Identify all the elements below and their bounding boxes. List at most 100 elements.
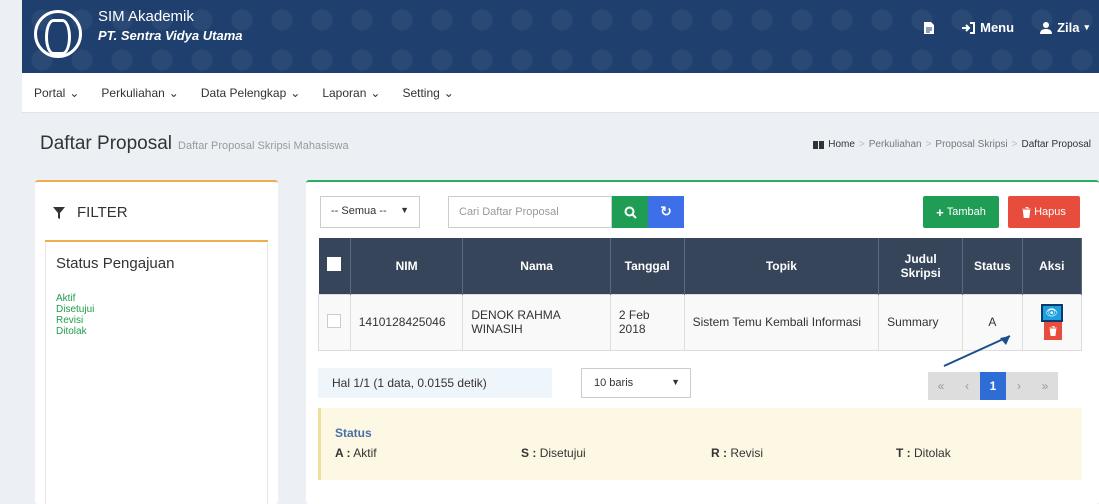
menu-portal[interactable]: Portal ⌄ <box>34 86 79 100</box>
chevron-down-icon: ⌄ <box>443 85 454 100</box>
breadcrumb-separator: > <box>1011 139 1018 150</box>
row-select-cell <box>318 293 351 351</box>
filter-option-disetujui[interactable]: Disetujui <box>56 304 94 315</box>
filter-option-revisi[interactable]: Revisi <box>56 315 94 326</box>
next-page-button[interactable]: › <box>1006 372 1032 400</box>
proposal-table: NIM Nama Tanggal Topik Judul Skripsi Sta… <box>318 238 1083 351</box>
document-icon[interactable] <box>923 21 935 35</box>
row-checkbox[interactable] <box>327 313 342 328</box>
chevron-down-icon: ⌄ <box>69 85 80 100</box>
legend-disetujui: S : Disetujui <box>521 446 586 460</box>
legend-label: Aktif <box>353 446 377 460</box>
page-1-button[interactable]: 1 <box>980 372 1006 400</box>
status-select-value: -- Semua -- <box>331 205 387 217</box>
legend-label: Disetujui <box>539 446 586 460</box>
top-header: SIM Akademik PT. Sentra Vidya Utama Menu… <box>22 0 1099 73</box>
table-header-row: NIM Nama Tanggal Topik Judul Skripsi Sta… <box>318 238 1083 294</box>
header-actions: Menu Zila ▾ <box>923 20 1089 35</box>
menu-perkuliahan-label: Perkuliahan <box>101 85 165 100</box>
menu-perkuliahan[interactable]: Perkuliahan ⌄ <box>101 86 178 100</box>
add-button[interactable]: + Tambah <box>923 196 999 228</box>
cell-nim: 1410128425046 <box>349 293 464 351</box>
rows-per-page-select[interactable]: 10 baris ▼ <box>581 368 691 398</box>
last-page-button[interactable]: » <box>1032 372 1058 400</box>
header-topik[interactable]: Topik <box>684 238 880 294</box>
row-delete-button[interactable] <box>1044 322 1063 340</box>
header-nim[interactable]: NIM <box>350 238 464 294</box>
menu-setting[interactable]: Setting ⌄ <box>402 86 453 100</box>
refresh-button[interactable]: ↻ <box>648 196 684 228</box>
rows-per-page-value: 10 baris <box>594 377 634 389</box>
page-header: Daftar Proposal Daftar Proposal Skripsi M… <box>22 113 1099 169</box>
page-subtitle: Daftar Proposal Skripsi Mahasiswa <box>178 140 349 152</box>
page-info: Hal 1/1 (1 data, 0.0155 detik) <box>318 368 552 398</box>
menu-laporan[interactable]: Laporan ⌄ <box>322 86 380 100</box>
refresh-icon: ↻ <box>660 204 672 220</box>
status-filter-title: Status Pengajuan <box>56 255 175 272</box>
legend-revisi: R : Revisi <box>711 446 763 460</box>
user-menu[interactable]: Zila ▾ <box>1040 20 1089 35</box>
header-status[interactable]: Status <box>962 238 1023 294</box>
breadcrumb-home[interactable]: Home <box>828 139 855 150</box>
cell-status: A <box>962 293 1023 351</box>
filter-icon <box>53 206 65 219</box>
cell-judul: Summary <box>878 293 964 351</box>
filter-heading: FILTER <box>53 204 128 221</box>
page-title: Daftar Proposal Daftar Proposal Skripsi M… <box>40 133 349 155</box>
add-button-label: Tambah <box>946 206 986 218</box>
cell-aksi: 👁 <box>1021 293 1083 351</box>
header-tanggal[interactable]: Tanggal <box>610 238 685 294</box>
legend-label: Revisi <box>730 446 764 460</box>
header-judul-skripsi[interactable]: Judul Skripsi <box>878 238 964 294</box>
view-button[interactable]: 👁 <box>1039 303 1064 323</box>
breadcrumb-separator: > <box>858 139 865 150</box>
pagination: « ‹ 1 › » <box>928 372 1058 400</box>
book-icon <box>813 140 825 149</box>
select-all-checkbox[interactable] <box>327 257 342 272</box>
app-logo <box>34 10 82 58</box>
breadcrumb-perkuliahan[interactable]: Perkuliahan <box>869 139 922 150</box>
menu-label: Menu <box>980 20 1015 35</box>
header-nama[interactable]: Nama <box>462 238 611 294</box>
breadcrumb-separator: > <box>925 139 932 150</box>
status-legend-title: Status <box>335 426 372 440</box>
status-select[interactable]: -- Semua -- ▼ <box>320 196 420 228</box>
main-menu: Portal ⌄ Perkuliahan ⌄ Data Pelengkap ⌄ Lap… <box>22 73 1099 113</box>
legend-code: R : <box>711 446 727 460</box>
legend-code: S : <box>521 446 537 460</box>
legend-ditolak: T : Ditolak <box>896 446 951 460</box>
legend-label: Ditolak <box>914 446 951 460</box>
status-filter-list: Aktif Disetujui Revisi Ditolak <box>56 293 94 337</box>
caret-down-icon: ▼ <box>671 377 680 387</box>
chevron-down-icon: ⌄ <box>168 85 179 100</box>
search-icon <box>624 206 637 219</box>
filter-heading-label: FILTER <box>77 204 128 221</box>
status-filter-box: Status Pengajuan Aktif Disetujui Revisi … <box>45 243 268 504</box>
user-icon <box>1040 22 1053 34</box>
legend-aktif: A : Aktif <box>335 446 377 460</box>
menu-portal-label: Portal <box>34 85 66 100</box>
cell-tanggal: 2 Feb 2018 <box>609 293 685 351</box>
filter-option-ditolak[interactable]: Ditolak <box>56 326 94 337</box>
breadcrumb-proposal-skripsi[interactable]: Proposal Skripsi <box>935 139 1007 150</box>
breadcrumb: Home > Perkuliahan > Proposal Skripsi > … <box>813 139 1091 150</box>
caret-down-icon: ▾ <box>1084 22 1089 32</box>
menu-button[interactable]: Menu <box>961 20 1014 35</box>
caret-down-icon: ▼ <box>400 205 409 215</box>
eye-icon: 👁 <box>1045 307 1059 319</box>
search-button[interactable] <box>612 196 648 228</box>
first-page-button[interactable]: « <box>928 372 954 400</box>
chevron-down-icon: ⌄ <box>290 85 301 100</box>
plus-icon: + <box>936 204 944 220</box>
prev-page-button[interactable]: ‹ <box>954 372 980 400</box>
status-legend: Status A : Aktif S : Disetujui R : Revis… <box>318 408 1082 480</box>
table-row: 1410128425046 DENOK RAHMA WINASIH 2 Feb … <box>318 293 1083 351</box>
menu-data-pelengkap[interactable]: Data Pelengkap ⌄ <box>201 86 300 100</box>
trash-icon <box>1049 326 1058 336</box>
delete-button[interactable]: Hapus <box>1008 196 1080 228</box>
filter-option-aktif[interactable]: Aktif <box>56 293 94 304</box>
menu-laporan-label: Laporan <box>322 85 367 100</box>
search-input[interactable]: Cari Daftar Proposal <box>448 196 612 228</box>
page-title-text: Daftar Proposal <box>40 133 173 154</box>
chevron-down-icon: ⌄ <box>370 85 381 100</box>
